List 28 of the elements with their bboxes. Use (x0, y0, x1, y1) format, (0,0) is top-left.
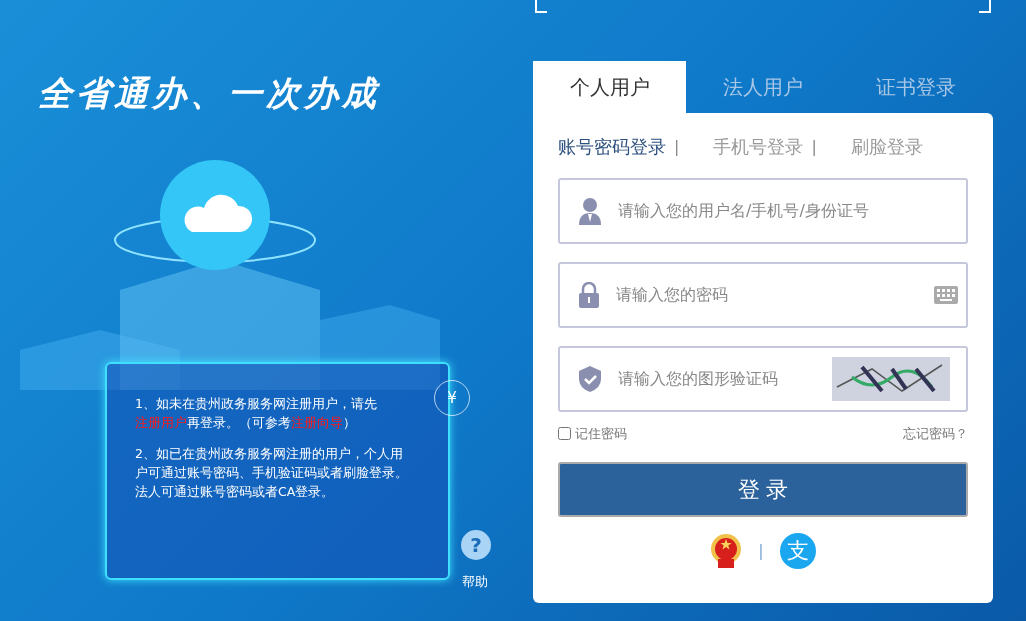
padlock-icon (578, 282, 600, 308)
user-icon (578, 197, 602, 225)
remember-checkbox[interactable] (558, 427, 571, 441)
separator: | (674, 135, 680, 158)
notice-paragraph: 2、如已在贵州政务服务网注册的用户，个人用户可通过账号密码、手机验证码或者刷脸登录。法人可通过账号密码或者CA登录。 (135, 445, 408, 501)
user-type-tab[interactable]: 法人用户 (686, 61, 840, 113)
separator: | (811, 135, 817, 158)
remember-label: 记住密码 (575, 425, 627, 443)
login-method-tab[interactable]: 账号密码登录 (558, 133, 666, 160)
alipay-login-button[interactable]: 支 (779, 532, 816, 569)
shield-check-icon (578, 365, 602, 393)
user-type-tab[interactable]: 个人用户 (533, 61, 687, 113)
user-type-tab[interactable]: 证书登录 (839, 61, 993, 113)
login-method-tab[interactable]: 手机号登录 (713, 133, 804, 160)
forgot-password-link[interactable]: 忘记密码？ (903, 424, 968, 444)
slogan-heading: 全省通办、一次办成 (38, 72, 380, 115)
help-icon[interactable]: ? (461, 530, 491, 560)
notice-paragraph: 1、如未在贵州政务服务网注册用户，请先 注册用户再登录。（可参考注册向导） (135, 395, 378, 432)
captcha-image[interactable] (832, 357, 950, 401)
user-field-box[interactable]: 请输入您的用户名/手机号/身份证号 (558, 178, 968, 244)
register-link[interactable]: 注册向导 (291, 415, 343, 430)
separator: | (758, 539, 764, 562)
login-method-tab[interactable]: 刷脸登录 (850, 133, 923, 160)
emblem-icon[interactable] (710, 532, 743, 569)
login-button[interactable]: 登 录 (558, 461, 968, 517)
help-label[interactable]: 帮助 (462, 572, 488, 592)
password-field-box[interactable]: 请输入您的密码 (558, 262, 968, 328)
captcha-field-box[interactable]: 请输入您的图形验证码 (558, 346, 968, 412)
